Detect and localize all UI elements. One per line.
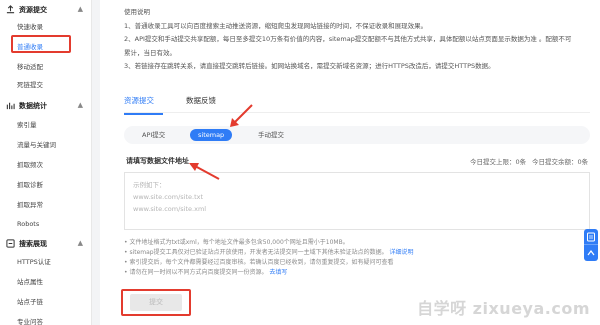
chevron-up-icon[interactable]: ▲ bbox=[78, 5, 83, 13]
sidebar-section-title: 资源提交 bbox=[19, 5, 47, 14]
arrow-to-field-title-icon bbox=[189, 163, 220, 180]
main-panel: 使用说明 1、普通收录工具可以向百度搜索主动推送资源，缩短爬虫发现网站链接的时间… bbox=[100, 0, 600, 325]
quota-limit: 今日提交上限：0条 bbox=[470, 158, 527, 166]
instructions-heading: 使用说明 bbox=[124, 8, 150, 16]
tab-bar: 资源提交 数据反馈 bbox=[124, 93, 590, 113]
subtab-api[interactable]: API提交 bbox=[134, 129, 173, 141]
display-icon bbox=[5, 239, 15, 249]
highlight-normal-index bbox=[11, 35, 71, 53]
sidebar-section-title: 数据统计 bbox=[19, 101, 47, 110]
floating-toolbar bbox=[584, 229, 598, 261]
instructions-line: 累计，当日有效。 bbox=[124, 48, 176, 57]
watermark: 自学呀 zixueya.com bbox=[417, 299, 590, 318]
sidebar-item-fast-index[interactable]: 快速收录 bbox=[0, 18, 91, 34]
sidebar-item-sitelinks[interactable]: 站点子链 bbox=[0, 293, 91, 309]
instructions-line: 3、若链接存在跳转关系，请直接提交跳转后链接。如网站换域名，需提交新域名资源；进… bbox=[124, 62, 495, 70]
sidebar-item-qa[interactable]: 专业问答 bbox=[0, 313, 91, 325]
sidebar-item-crawl-diagnose[interactable]: 抓取诊断 bbox=[0, 176, 91, 192]
detail-link[interactable]: 详细说明 bbox=[390, 249, 414, 256]
sidebar-item-mobile-adapt[interactable]: 移动适配 bbox=[0, 58, 91, 74]
instructions: 使用说明 1、普通收录工具可以向百度搜索主动推送资源，缩短爬虫发现网站链接的时间… bbox=[100, 0, 600, 74]
note-line: • 文件地址格式为txt或xml，每个地址文件最多包含50,000个网址且需小于… bbox=[124, 239, 349, 246]
sidebar-item-crawl-frequency[interactable]: 抓取频次 bbox=[0, 156, 91, 172]
active-tab-indicator bbox=[124, 113, 163, 115]
field-title: 请填写数据文件地址 bbox=[126, 157, 189, 165]
sidebar-item-deadlink[interactable]: 死链提交 bbox=[0, 76, 91, 92]
placeholder-line: www.site.com/site.xml bbox=[133, 205, 207, 213]
note-line: • 请勿在同一时间以不同方式向百度提交同一份资源。 去填写 bbox=[124, 269, 288, 276]
note-line: • sitemap提交工具仅对已验证站点开放使用，开发者无法提交同一主域下其他未… bbox=[124, 249, 414, 256]
upload-icon bbox=[5, 5, 15, 15]
quota-remaining: 今日提交余额：0条 bbox=[532, 158, 589, 166]
sidebar-item-robots[interactable]: Robots bbox=[0, 216, 91, 232]
sidebar-section-search-display[interactable]: 搜索展现 ▲ bbox=[0, 237, 91, 250]
sidebar-item-index-count[interactable]: 索引量 bbox=[0, 116, 91, 132]
back-to-top-icon[interactable] bbox=[584, 245, 598, 261]
sidebar-section-resource-submit[interactable]: 资源提交 ▲ bbox=[0, 3, 91, 16]
fill-link[interactable]: 去填写 bbox=[269, 269, 287, 276]
instructions-line: 2、API提交和手动提交共享配额，每日至多提交10万条有价值的内容，sitema… bbox=[124, 35, 572, 43]
notes: • 文件地址格式为txt或xml，每个地址文件最多包含50,000个网址且需小于… bbox=[124, 238, 414, 278]
sidebar-section-data-stats[interactable]: 数据统计 ▲ bbox=[0, 99, 91, 112]
note-line: • 索引提交后，每个文件都需要经过百度审核。若确认百度已经收到，请勿重复提交，如… bbox=[124, 259, 394, 266]
subtab-sitemap[interactable]: sitemap bbox=[190, 129, 233, 141]
instructions-line: 1、普通收录工具可以向百度搜索主动推送资源，缩短爬虫发现网站链接的时间，不保证收… bbox=[124, 21, 428, 30]
chevron-up-icon[interactable]: ▲ bbox=[78, 101, 83, 109]
feedback-icon[interactable] bbox=[584, 229, 598, 245]
sidebar-item-site-attr[interactable]: 站点属性 bbox=[0, 273, 91, 289]
submit-method-tabs: API提交 sitemap 手动提交 bbox=[124, 126, 590, 144]
tab-resource-submit[interactable]: 资源提交 bbox=[124, 95, 154, 106]
placeholder-line: www.site.com/site.txt bbox=[133, 193, 204, 201]
subtab-manual[interactable]: 手动提交 bbox=[250, 129, 292, 141]
tab-data-feedback[interactable]: 数据反馈 bbox=[186, 95, 216, 106]
chevron-up-icon[interactable]: ▲ bbox=[78, 239, 83, 247]
sidebar-item-traffic-keywords[interactable]: 流量与关键词 bbox=[0, 136, 91, 152]
sidebar-item-https[interactable]: HTTPS认证 bbox=[0, 253, 91, 269]
sidebar-section-title: 搜索展现 bbox=[19, 239, 47, 248]
highlight-submit bbox=[121, 289, 191, 316]
sidebar-item-crawl-error[interactable]: 抓取异常 bbox=[0, 196, 91, 212]
bar-chart-icon bbox=[5, 101, 15, 111]
arrow-to-sitemap-icon bbox=[230, 104, 253, 127]
